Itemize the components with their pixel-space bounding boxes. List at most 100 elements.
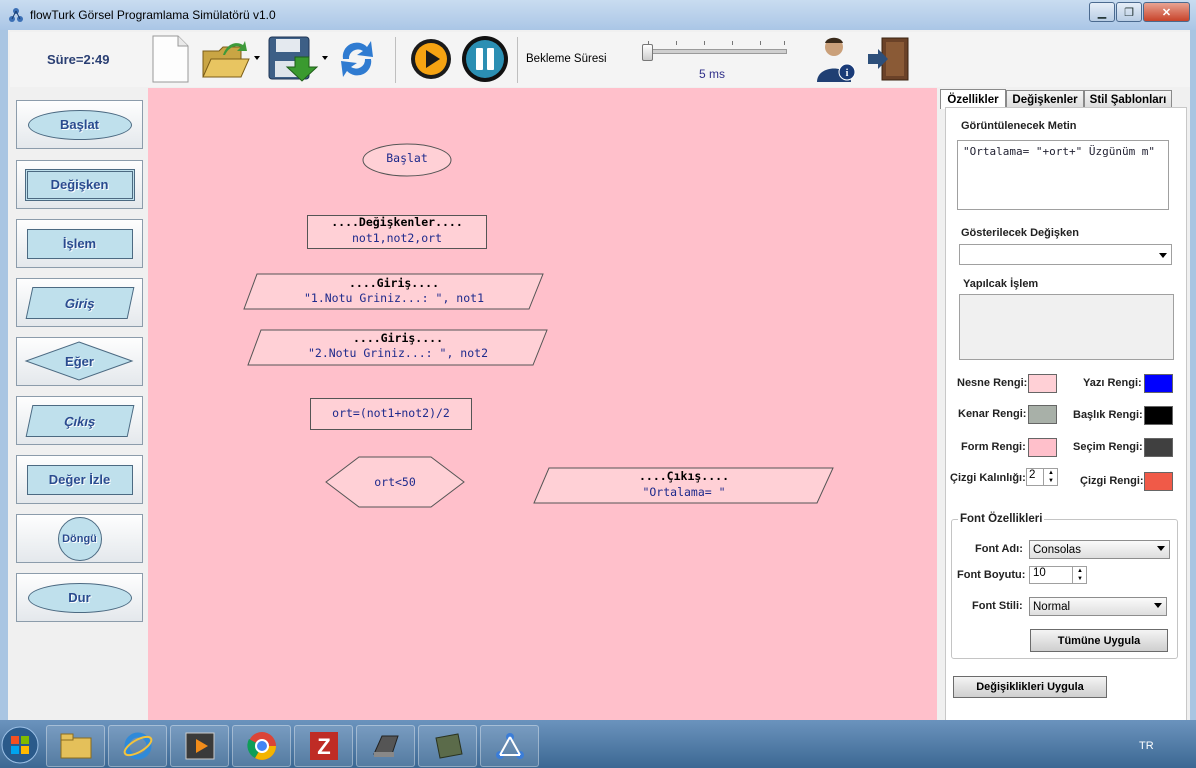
palette-stop-button[interactable]: Dur <box>16 573 143 622</box>
svg-text:i: i <box>846 68 849 79</box>
variables-node-body: not1,not2,ort <box>351 231 442 245</box>
maximize-icon: ❐ <box>1124 6 1134 19</box>
taskbar-app-1[interactable] <box>356 725 415 767</box>
apply-all-button[interactable]: Tümüne Uygula <box>1030 629 1168 652</box>
refresh-button[interactable] <box>334 34 380 84</box>
window-title: flowTurk Görsel Programlama Simülatörü v… <box>30 8 276 22</box>
user-info-button[interactable]: i <box>813 34 859 84</box>
shown-variable-label: Gösterilecek Değişken <box>961 227 1080 239</box>
language-indicator[interactable]: TR <box>1139 740 1154 752</box>
palette-output-button[interactable]: Çıkış <box>16 396 143 445</box>
apply-changes-button[interactable]: Değişiklikleri Uygula <box>953 676 1107 698</box>
palette-output-label: Çıkış <box>25 404 134 437</box>
palette-variable-button[interactable]: Değişken <box>16 160 143 209</box>
font-name-select[interactable]: Consolas <box>1029 540 1170 559</box>
pause-icon <box>462 36 508 82</box>
play-icon <box>411 39 451 79</box>
palette-start-label: Başlat <box>27 109 132 140</box>
palette-decision-button[interactable]: Eğer <box>16 337 143 386</box>
font-size-value: 10 <box>1033 567 1046 579</box>
save-dropdown-arrow-icon[interactable] <box>322 56 328 60</box>
save-button[interactable] <box>264 34 320 84</box>
network-icon <box>495 733 524 759</box>
decision-node-body[interactable]: ort<50 <box>325 475 465 489</box>
form-color-swatch[interactable] <box>1028 438 1057 457</box>
toolbar-separator <box>517 37 518 83</box>
delay-slider-thumb[interactable] <box>642 44 653 61</box>
palette-watch-button[interactable]: Değer İzle <box>16 455 143 504</box>
palette-input-button[interactable]: Giriş <box>16 278 143 327</box>
line-width-spinner[interactable]: ▲ ▼ <box>1043 469 1058 485</box>
open-dropdown-arrow-icon[interactable] <box>254 56 260 60</box>
slider-tick <box>784 41 785 45</box>
palette-decision-label: Eğer <box>65 354 94 369</box>
new-file-button[interactable] <box>148 34 192 84</box>
flowchart-canvas[interactable]: Başlat ....Değişkenler.... not1,not2,ort… <box>148 88 937 720</box>
line-color-label: Çizgi Rengi: <box>1080 475 1144 487</box>
variables-node-title: ....Değişkenler.... <box>331 215 463 229</box>
palette-loop-button[interactable]: Döngü <box>16 514 143 563</box>
font-size-spinner[interactable]: ▲ ▼ <box>1072 567 1087 583</box>
border-color-swatch[interactable] <box>1028 405 1057 424</box>
start-button[interactable] <box>0 723 40 766</box>
start-node[interactable]: Başlat <box>361 151 453 165</box>
font-style-label: Font Stili: <box>972 600 1023 612</box>
palette-variable-label: Değişken <box>24 168 135 201</box>
maximize-button[interactable]: ❐ <box>1116 2 1142 22</box>
output-node-body[interactable]: "Ortalama= " <box>533 485 835 499</box>
windows-start-icon <box>1 726 39 763</box>
operation-input[interactable] <box>959 294 1174 360</box>
selection-color-label: Seçim Rengi: <box>1073 441 1143 453</box>
taskbar-chrome[interactable] <box>232 725 291 767</box>
palette-process-button[interactable]: İşlem <box>16 219 143 268</box>
app-icon <box>434 733 463 759</box>
exit-button[interactable] <box>866 34 912 84</box>
title-color-swatch[interactable] <box>1144 406 1173 425</box>
close-icon: ✕ <box>1161 6 1172 19</box>
taskbar-media[interactable] <box>170 725 229 767</box>
palette-start-button[interactable]: Başlat <box>16 100 143 149</box>
palette-stop-label: Dur <box>27 582 132 613</box>
slider-tick <box>760 41 761 45</box>
taskbar-filezilla[interactable]: Z <box>294 725 353 767</box>
input2-node-body[interactable]: "2.Notu Griniz...: ", not2 <box>247 346 549 360</box>
play-button[interactable] <box>407 34 455 84</box>
delay-slider[interactable] <box>645 49 787 54</box>
input1-node-body[interactable]: "1.Notu Griniz...: ", not1 <box>243 291 545 305</box>
tab-properties[interactable]: Özellikler <box>940 89 1006 109</box>
minimize-button[interactable]: ▁ <box>1089 2 1115 22</box>
close-button[interactable]: ✕ <box>1143 2 1190 22</box>
shown-variable-select[interactable] <box>959 244 1172 265</box>
taskbar-flowturk[interactable] <box>480 725 539 767</box>
media-player-icon <box>185 732 214 760</box>
line-color-swatch[interactable] <box>1144 472 1173 491</box>
chrome-icon <box>246 732 276 760</box>
form-color-label: Form Rengi: <box>961 441 1026 453</box>
toolbar-separator <box>395 37 396 83</box>
text-color-label: Yazı Rengi: <box>1083 377 1142 389</box>
delay-value: 5 ms <box>699 67 726 81</box>
font-style-select[interactable]: Normal <box>1029 597 1167 616</box>
save-disk-icon <box>268 36 319 82</box>
file-explorer-icon <box>60 733 91 759</box>
text-color-swatch[interactable] <box>1144 374 1173 393</box>
input2-node-title: ....Giriş.... <box>352 331 443 345</box>
slider-tick <box>676 41 677 45</box>
font-style-value: Normal <box>1033 600 1071 613</box>
chevron-down-icon <box>1157 546 1165 551</box>
taskbar-explorer[interactable] <box>46 725 105 767</box>
chevron-down-icon <box>1159 253 1167 258</box>
display-text-input[interactable]: "Ortalama= "+ort+" Üzgünüm m" <box>957 140 1169 210</box>
font-group-label: Font Özellikleri <box>958 513 1045 525</box>
open-file-button[interactable] <box>200 34 252 84</box>
selection-color-swatch[interactable] <box>1144 438 1173 457</box>
pause-button[interactable] <box>460 34 510 84</box>
taskbar-app-2[interactable] <box>418 725 477 767</box>
font-size-label: Font Boyutu: <box>957 569 1026 581</box>
object-color-swatch[interactable] <box>1028 374 1057 393</box>
app-icon <box>372 735 399 757</box>
chevron-down-icon <box>1154 603 1162 608</box>
line-width-value: 2 <box>1029 469 1036 481</box>
taskbar-ie[interactable] <box>108 725 167 767</box>
delay-label: Bekleme Süresi <box>526 53 607 65</box>
